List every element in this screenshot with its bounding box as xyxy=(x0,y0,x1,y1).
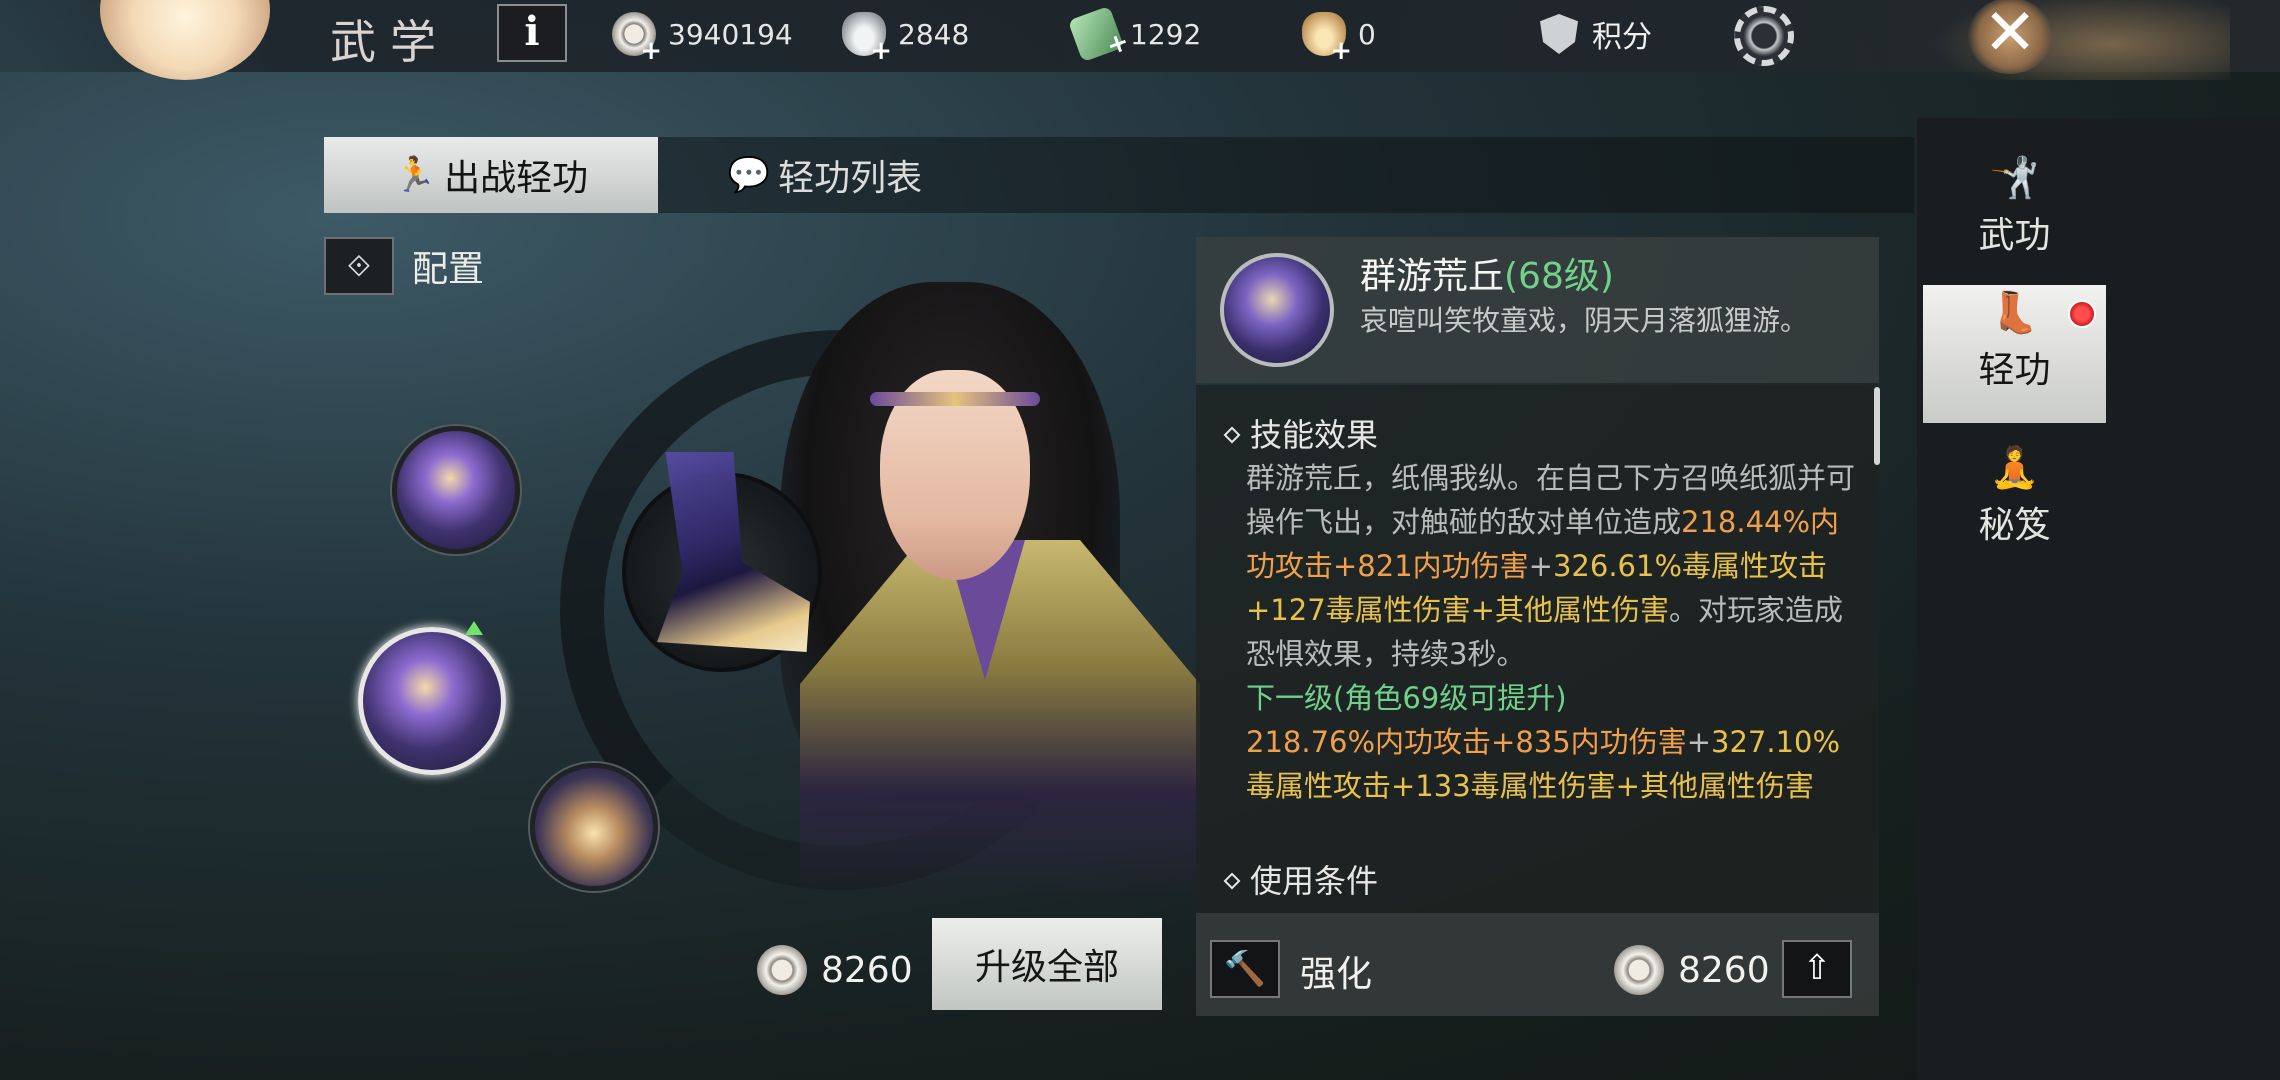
gold-ingot-icon xyxy=(1302,12,1352,66)
condition-section-title: 使用条件 xyxy=(1222,856,1378,902)
scrollbar[interactable] xyxy=(1874,387,1880,465)
rail-item-martial-arts[interactable]: 🤺 武功 xyxy=(1923,150,2106,288)
rail-item-secret-manual[interactable]: 🧘 秘笈 xyxy=(1923,440,2106,578)
jade-icon xyxy=(1067,5,1125,63)
info-button[interactable]: i xyxy=(497,4,567,62)
skill-upgrade-cost: 8260 xyxy=(1614,945,1770,995)
martial-artist-icon: 🤺 xyxy=(1989,155,2040,201)
currency-gold[interactable]: 0 xyxy=(1302,12,1376,66)
currency-silver-value: 2848 xyxy=(898,17,970,51)
meditation-icon: 🧘 xyxy=(1989,445,2040,491)
effect-section-title: 技能效果 xyxy=(1222,410,1378,456)
skill-slot-dash-icon[interactable] xyxy=(392,426,520,554)
upgrade-all-button[interactable]: 升级全部 xyxy=(932,918,1162,1010)
score-label: 积分 xyxy=(1592,20,1652,55)
upgrade-all-cost: 8260 xyxy=(757,945,913,995)
hammer-icon[interactable]: 🔨 xyxy=(1210,940,1280,998)
currency-coin-value: 3940194 xyxy=(668,17,793,51)
effect-next-plus: + xyxy=(1686,725,1711,759)
currency-gold-value: 0 xyxy=(1358,17,1376,51)
config-label: 配置 xyxy=(412,249,485,290)
skill-level: (68级) xyxy=(1504,256,1614,297)
character-circlet xyxy=(870,392,1040,406)
close-button[interactable]: ✕ xyxy=(1968,0,2052,74)
shield-icon xyxy=(1540,14,1578,54)
coin-icon xyxy=(1614,945,1664,995)
tab-label: 轻功列表 xyxy=(778,158,923,199)
condition-title-text: 使用条件 xyxy=(1250,862,1379,900)
enhance-button-label[interactable]: 强化 xyxy=(1300,945,1372,997)
config-button[interactable]: ⟐ 配置 xyxy=(324,237,484,295)
upgrade-arrow-icon xyxy=(465,621,483,635)
fox-skill-icon xyxy=(1220,253,1334,367)
currency-jade-value: 1292 xyxy=(1130,17,1202,51)
skill-action-bar xyxy=(1196,913,1879,1016)
skill-name-text: 群游荒丘 xyxy=(1360,256,1505,297)
silver-ingot-icon xyxy=(842,12,892,66)
tab-qinggong-list[interactable]: 💬 轻功列表 xyxy=(690,137,960,213)
skill-slot-leap-icon[interactable] xyxy=(530,763,658,891)
effect-current-plus: + xyxy=(1528,549,1553,583)
currency-silver[interactable]: 2848 xyxy=(842,12,970,66)
currency-jade[interactable]: 1292 xyxy=(1067,5,1202,63)
skill-description: 哀喧叫笑牧童戏，阴天月落狐狸游。 xyxy=(1360,304,1809,337)
effect-next-a: 218.76%内功攻击+835内功伤害 xyxy=(1246,725,1687,759)
effect-text: 群游荒丘，纸偶我纵。在自己下方召唤纸狐并可操作飞出，对触碰的敌对单位造成218.… xyxy=(1246,456,1866,808)
tab-deployed-qinggong[interactable]: 🏃 出战轻功 xyxy=(324,137,658,213)
running-figure-icon: 🏃 xyxy=(393,155,437,195)
skill-name: 群游荒丘(68级) xyxy=(1360,247,1614,299)
rail-item-label: 轻功 xyxy=(1978,350,2051,391)
skill-slot-fox-icon[interactable] xyxy=(358,627,506,775)
effect-title-text: 技能效果 xyxy=(1250,416,1379,454)
skill-upgrade-cost-value: 8260 xyxy=(1678,949,1770,991)
tab-label: 出战轻功 xyxy=(444,158,589,199)
next-level-label: 下一级(角色69级可提升) xyxy=(1246,681,1567,715)
notification-badge xyxy=(2068,300,2096,328)
chain-link-icon: ⟐ xyxy=(324,237,394,295)
upgrade-all-cost-value: 8260 xyxy=(821,949,913,991)
coin-icon xyxy=(612,12,662,66)
diamond-icon xyxy=(1223,872,1241,890)
score-button[interactable]: 积分 xyxy=(1540,12,1652,56)
currency-coin[interactable]: 3940194 xyxy=(612,12,793,66)
settings-gear-icon[interactable] xyxy=(1734,6,1794,66)
diamond-icon xyxy=(1223,426,1241,444)
rail-item-label: 武功 xyxy=(1978,215,2051,256)
scroll-icon: 💬 xyxy=(727,155,771,195)
upgrade-arrow-button[interactable]: ⇧ xyxy=(1782,940,1852,998)
coin-icon xyxy=(757,945,807,995)
page-title: 武学 xyxy=(330,15,450,69)
rail-item-label: 秘笈 xyxy=(1978,505,2051,546)
